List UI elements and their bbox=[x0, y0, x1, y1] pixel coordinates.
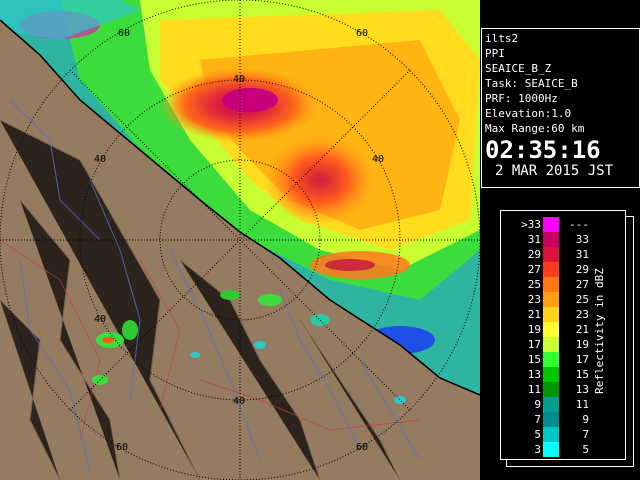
legend-color-swatch bbox=[543, 247, 559, 262]
legend-high-value: 23 bbox=[575, 308, 589, 321]
legend-color-swatch bbox=[543, 367, 559, 382]
legend-low-value: 13 bbox=[527, 368, 541, 381]
legend-high-value: 5 bbox=[582, 443, 589, 456]
reflectivity-legend: >33 --- 31 33 29 31 27 29 25 27 23 25 21 23 19 21 17 19 15… bbox=[500, 210, 626, 460]
legend-high-value: 25 bbox=[575, 293, 589, 306]
range-label: 60 bbox=[356, 28, 368, 39]
legend-low-value: 3 bbox=[534, 443, 541, 456]
range-label: 40 bbox=[233, 74, 245, 85]
range-label: 40 bbox=[94, 314, 106, 325]
range-label: 40 bbox=[372, 154, 384, 165]
legend-color-swatch bbox=[543, 412, 559, 427]
legend-high-value: 21 bbox=[575, 323, 589, 336]
legend-low-value: 9 bbox=[534, 398, 541, 411]
product-name: SEAICE_B_Z bbox=[485, 62, 552, 75]
legend-high-value: 33 bbox=[575, 233, 589, 246]
legend-high-value: 17 bbox=[575, 353, 589, 366]
elevation-value: Elevation:1.0 bbox=[485, 107, 572, 120]
legend-high-value: 7 bbox=[582, 428, 589, 441]
legend-color-swatch bbox=[543, 292, 559, 307]
range-label: 40 bbox=[233, 396, 245, 407]
radar-ppi-map: 60 40 60 40 40 40 40 60 60 bbox=[0, 0, 480, 480]
range-label: 40 bbox=[94, 154, 106, 165]
legend-color-swatch bbox=[543, 277, 559, 292]
legend-title-text: Reflectivity in dBZ bbox=[593, 268, 606, 394]
legend-title: Reflectivity in dBZ bbox=[593, 251, 609, 431]
scan-date: 2 MAR 2015 JST bbox=[495, 163, 614, 179]
range-label: 60 bbox=[118, 28, 130, 39]
legend-row: 31 33 bbox=[501, 232, 625, 247]
range-label: 60 bbox=[116, 442, 128, 453]
legend-color-swatch bbox=[543, 352, 559, 367]
legend-color-swatch bbox=[543, 397, 559, 412]
legend-color-swatch bbox=[543, 337, 559, 352]
legend-low-value: 27 bbox=[527, 263, 541, 276]
legend-color-swatch bbox=[543, 322, 559, 337]
legend-low-value: 17 bbox=[527, 338, 541, 351]
legend-high-value: --- bbox=[569, 218, 589, 231]
legend-color-swatch bbox=[543, 307, 559, 322]
legend-high-value: 15 bbox=[575, 368, 589, 381]
legend-high-value: 31 bbox=[575, 248, 589, 261]
legend-color-swatch bbox=[543, 442, 559, 457]
legend-low-value: 5 bbox=[534, 428, 541, 441]
task-name: Task: SEAICE_B bbox=[485, 77, 578, 90]
radar-info-panel: ilts2 PPI SEAICE_B_Z Task: SEAICE_B PRF:… bbox=[481, 28, 640, 188]
legend-row: >33 --- bbox=[501, 217, 625, 232]
legend-high-value: 29 bbox=[575, 263, 589, 276]
legend-high-value: 27 bbox=[575, 278, 589, 291]
legend-high-value: 13 bbox=[575, 383, 589, 396]
legend-high-value: 9 bbox=[582, 413, 589, 426]
legend-low-value: 31 bbox=[527, 233, 541, 246]
legend-high-value: 19 bbox=[575, 338, 589, 351]
legend-low-value: 15 bbox=[527, 353, 541, 366]
scan-time: 02:35:16 bbox=[485, 136, 601, 164]
max-range-value: Max Range:60 km bbox=[485, 122, 585, 135]
range-label: 60 bbox=[356, 442, 368, 453]
legend-low-value: 25 bbox=[527, 278, 541, 291]
legend-low-value: 21 bbox=[527, 308, 541, 321]
legend-high-value: 11 bbox=[575, 398, 589, 411]
radar-name: ilts2 bbox=[485, 32, 519, 45]
legend-color-swatch bbox=[543, 232, 559, 247]
legend-color-swatch bbox=[543, 382, 559, 397]
legend-low-value: 7 bbox=[534, 413, 541, 426]
legend-low-value: 29 bbox=[527, 248, 541, 261]
legend-color-swatch bbox=[543, 427, 559, 442]
legend-low-value: >33 bbox=[521, 218, 541, 231]
legend-low-value: 19 bbox=[527, 323, 541, 336]
legend-color-swatch bbox=[543, 262, 559, 277]
legend-color-swatch bbox=[543, 217, 559, 232]
prf-value: PRF: 1000Hz bbox=[485, 92, 558, 105]
legend-row: 35 bbox=[501, 442, 625, 457]
legend-low-value: 11 bbox=[527, 383, 541, 396]
scan-type: PPI bbox=[485, 47, 505, 60]
legend-low-value: 23 bbox=[527, 293, 541, 306]
